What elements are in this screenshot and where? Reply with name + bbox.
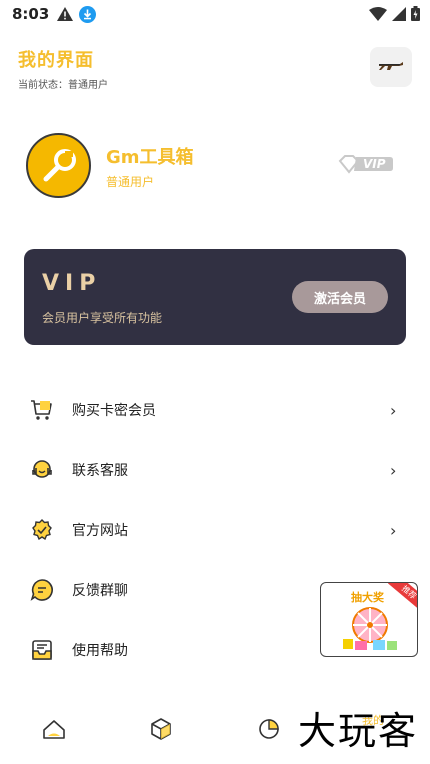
shopping-cart-icon (31, 400, 52, 420)
wrench-icon (43, 148, 76, 181)
vip-card-description: 会员用户享受所有功能 (42, 311, 163, 325)
menu-item-label: 购买卡密会员 (72, 403, 156, 419)
menu-item-label: 使用帮助 (72, 643, 128, 659)
wifi-icon (369, 6, 387, 21)
inbox-icon (32, 640, 52, 660)
menu-item-contact-support[interactable]: 联系客服 › (0, 440, 430, 500)
menu-item-label: 反馈群聊 (72, 583, 128, 599)
menu-item-buy-membership[interactable]: 购买卡密会员 › (0, 380, 430, 440)
menu-item-label: 官方网站 (72, 523, 128, 539)
chat-bubble-icon (30, 579, 53, 601)
warning-icon (57, 7, 74, 21)
watermark: 大玩客 (298, 709, 419, 753)
user-level: 普通用户 (106, 175, 155, 189)
tab-pie-icon[interactable] (257, 717, 281, 741)
website-badge-icon (32, 519, 52, 541)
chevron-right-icon: › (390, 521, 397, 540)
user-status-text: 当前状态：普通用户 (18, 80, 108, 91)
vip-badge-text: VIP (363, 157, 386, 171)
lottery-title: 抽大奖 (351, 591, 384, 604)
download-icon (79, 5, 97, 23)
activate-membership-button[interactable]: 激活会员 (292, 281, 388, 313)
lottery-banner[interactable]: 抽大奖 推荐 (320, 582, 418, 657)
status-time: 8:03 (12, 5, 50, 23)
page-title: 我的界面 (18, 50, 94, 71)
vip-card: VIP 会员用户享受所有功能 激活会员 (24, 249, 406, 345)
menu-item-label: 联系客服 (72, 463, 128, 479)
rifle-icon (379, 62, 403, 70)
customer-service-icon (32, 460, 52, 478)
battery-icon (411, 6, 420, 21)
chevron-right-icon: › (390, 401, 397, 420)
app-name: Gm工具箱 (106, 147, 194, 168)
rifle-button[interactable] (370, 47, 412, 87)
avatar[interactable] (26, 133, 91, 198)
prize-wheel-icon (343, 607, 397, 650)
page-header: 我的界面 当前状态：普通用户 (18, 46, 108, 91)
vip-badge: VIP (338, 154, 394, 178)
chevron-right-icon: › (390, 461, 397, 480)
tab-home-icon[interactable] (42, 717, 66, 741)
tab-box-icon[interactable] (149, 717, 173, 741)
profile-section: Gm工具箱 普通用户 VIP (26, 133, 396, 199)
status-bar: 8:03 (0, 0, 430, 28)
menu-item-official-website[interactable]: 官方网站 › (0, 500, 430, 560)
signal-icon (392, 6, 406, 21)
vip-card-title: VIP (42, 271, 102, 296)
